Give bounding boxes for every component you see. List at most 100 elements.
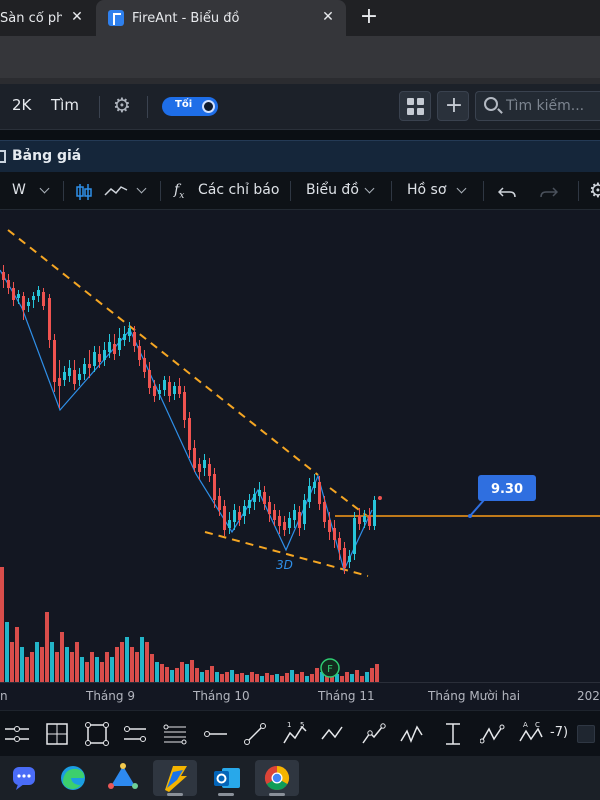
xabcd-pattern-tool-icon[interactable]: A C xyxy=(518,721,544,747)
gear-icon[interactable]: ⚙ xyxy=(113,93,131,117)
volume-bar xyxy=(190,660,194,682)
divider xyxy=(290,181,291,201)
tab-title: Sàn cổ phiế xyxy=(0,10,62,26)
close-icon[interactable]: ✕ xyxy=(320,9,336,25)
fireant-app-button[interactable] xyxy=(153,760,197,796)
plus-icon: + xyxy=(444,93,464,118)
browser-tab-san-co-phieu[interactable]: Sàn cổ phiế ✕ xyxy=(0,0,95,36)
candle-body xyxy=(313,482,316,488)
fib-retracement-tool-icon[interactable] xyxy=(162,721,188,747)
btn-tim[interactable]: Tìm xyxy=(51,96,79,114)
search-box[interactable] xyxy=(475,91,600,121)
profile-button[interactable]: Hồ sơ xyxy=(407,182,446,198)
volume-bar xyxy=(135,652,139,682)
new-tab-button[interactable]: + xyxy=(357,4,381,30)
price-chart[interactable]: F 3D 9.30 xyxy=(0,210,600,682)
chevron-down-icon[interactable] xyxy=(136,183,147,194)
search-icon xyxy=(484,97,498,111)
browser-address-area xyxy=(0,36,600,78)
volume-bar xyxy=(345,672,349,682)
candle-body xyxy=(138,346,141,360)
candle-body xyxy=(178,386,181,394)
candle-body xyxy=(2,272,5,280)
candle-body xyxy=(32,296,35,300)
outlook-icon xyxy=(214,768,240,788)
interval-selector[interactable]: W xyxy=(12,182,26,198)
panel-icon xyxy=(0,150,6,163)
volume-bar xyxy=(40,647,44,682)
chart-type-button[interactable]: Biểu đồ xyxy=(306,182,359,198)
zigzag-tool-icon[interactable] xyxy=(320,721,346,747)
more-tools-button[interactable] xyxy=(577,725,595,743)
abcd-pattern-tool-icon[interactable] xyxy=(480,721,506,747)
fib-label: 5 xyxy=(300,721,304,729)
measure-tool-icon[interactable] xyxy=(398,721,424,747)
tool-partial-label[interactable]: -7) xyxy=(550,725,568,740)
btn-2k[interactable]: 2K xyxy=(12,96,31,114)
fx-icon[interactable]: fx xyxy=(174,182,184,201)
volume-bar xyxy=(255,674,259,682)
horizontal-lines-tool-icon[interactable] xyxy=(4,721,30,747)
settings-icon[interactable]: ⚙ xyxy=(589,178,600,202)
theme-toggle-label: Tối xyxy=(175,99,193,110)
time-axis-label: 202 xyxy=(577,689,600,703)
candle-body xyxy=(118,338,121,350)
volume-bar xyxy=(65,647,69,682)
toggle-knob xyxy=(202,100,215,113)
volume-bar xyxy=(25,657,29,682)
close-icon[interactable]: ✕ xyxy=(69,9,85,25)
chat-app-button[interactable] xyxy=(2,760,46,796)
candle-body xyxy=(83,364,86,374)
trend-line-tool-icon[interactable] xyxy=(242,721,268,747)
elliott-wave-tool-icon[interactable]: 1 5 xyxy=(282,721,308,747)
chart-toolbar: W fx Các chỉ báo Biểu đồ Hồ sơ ⚙ xyxy=(0,172,600,210)
candle-body xyxy=(258,490,261,496)
panel-title[interactable]: Bảng giá xyxy=(12,148,81,164)
layout-grid-button[interactable] xyxy=(399,91,431,121)
parallel-channel-tool-icon[interactable] xyxy=(122,721,148,747)
candle-body xyxy=(233,510,236,522)
candle-body xyxy=(308,486,311,502)
edge-app-button[interactable] xyxy=(51,760,95,796)
candle-body xyxy=(273,510,276,520)
candle-body xyxy=(42,292,45,306)
horizontal-ray-tool-icon[interactable] xyxy=(202,721,228,747)
search-input[interactable] xyxy=(506,98,600,114)
candle-body xyxy=(268,502,271,514)
crosshair-box-tool-icon[interactable] xyxy=(44,721,70,747)
volume-bar xyxy=(45,612,49,682)
volume-bar xyxy=(15,627,19,682)
line-style-icon[interactable] xyxy=(104,184,128,198)
indicators-button[interactable]: Các chỉ báo xyxy=(198,182,279,198)
candle-body xyxy=(203,460,206,468)
rectangle-tool-icon[interactable] xyxy=(84,721,110,747)
pattern-label: 3D xyxy=(276,558,293,572)
volume-bar xyxy=(350,674,354,682)
candle-body xyxy=(253,494,256,502)
candle-body xyxy=(17,294,20,298)
undo-icon[interactable] xyxy=(498,184,518,200)
volume-bar xyxy=(30,652,34,682)
path-tool-icon[interactable] xyxy=(360,721,386,747)
volume-bar xyxy=(160,664,164,682)
chart-canvas[interactable]: F 3D 9.30 xyxy=(0,210,600,682)
redo-icon[interactable] xyxy=(538,184,558,200)
candle-icon[interactable] xyxy=(74,182,94,202)
vertical-range-tool-icon[interactable] xyxy=(440,721,466,747)
chevron-down-icon[interactable] xyxy=(39,183,50,194)
chevron-down-icon[interactable] xyxy=(456,183,467,194)
drawing-tools-bar: 1 5 A C -7) xyxy=(0,710,600,756)
candle-body xyxy=(338,538,341,550)
chevron-down-icon[interactable] xyxy=(364,183,375,194)
chrome-app-button[interactable] xyxy=(255,760,299,796)
browser-tab-fireant[interactable]: FireAnt - Biểu đồ ✕ xyxy=(96,0,346,36)
volume-bar xyxy=(220,674,224,682)
candle-body xyxy=(88,364,91,368)
outlook-app-button[interactable] xyxy=(204,760,248,796)
time-axis-label: n xyxy=(0,689,8,703)
active-indicator xyxy=(167,793,183,796)
add-button[interactable]: + xyxy=(437,91,469,121)
theme-toggle[interactable]: Tối xyxy=(162,97,218,116)
candle-body xyxy=(63,372,66,380)
network-app-button[interactable] xyxy=(101,760,145,796)
